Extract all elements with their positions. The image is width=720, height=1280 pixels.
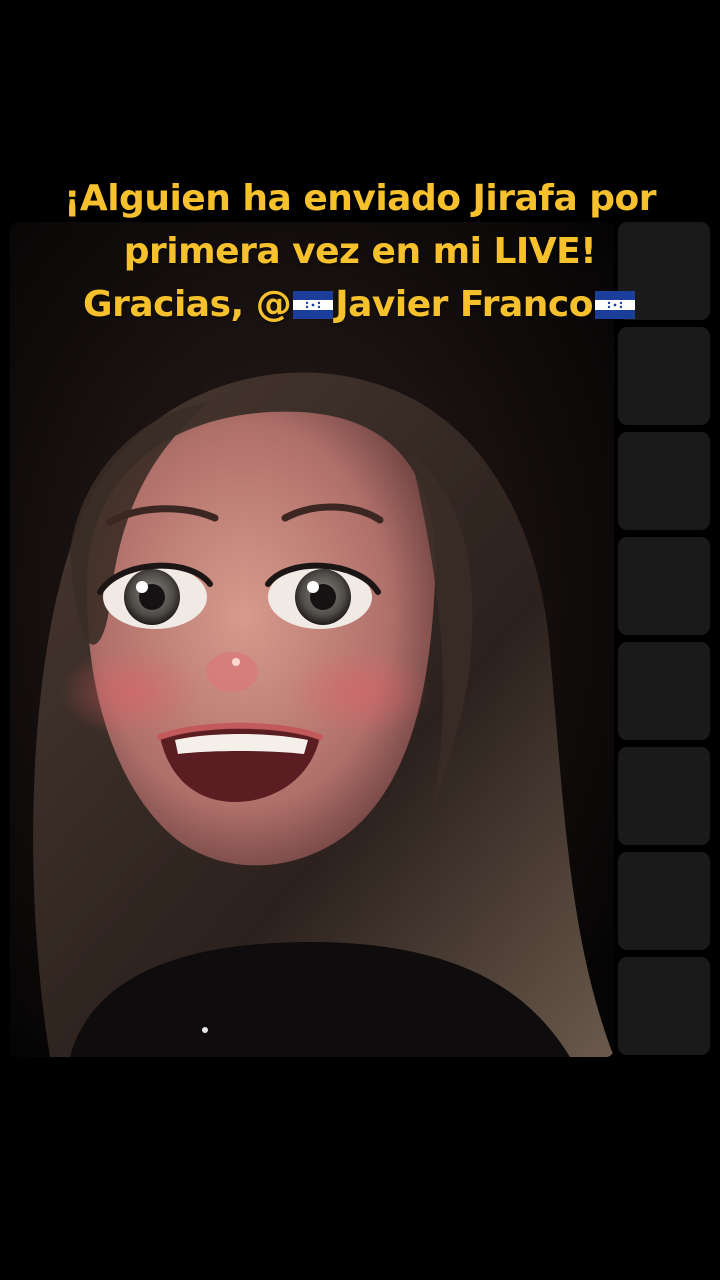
gift-thumbnail[interactable] (618, 852, 710, 950)
gifter-username[interactable]: Javier Franco (335, 284, 593, 325)
caption-line-2: primera vez en mi LIVE! (123, 231, 597, 272)
gift-thumbnail[interactable] (618, 327, 710, 425)
caption-line-3: Gracias, @ Javier Franco (20, 278, 700, 331)
caption-line-1: ¡Alguien ha enviado Jirafa por (63, 178, 657, 219)
gift-thumbnail[interactable] (618, 642, 710, 740)
gift-thumbnail[interactable] (618, 537, 710, 635)
gift-thumbnail[interactable] (618, 747, 710, 845)
gift-thumbnail[interactable] (618, 957, 710, 1055)
gift-thumbnail-strip (618, 222, 710, 1057)
avatar-video-illustration (10, 222, 614, 1057)
live-gift-screen: ¡Alguien ha enviado Jirafa por primera v… (0, 0, 720, 1280)
honduras-flag-icon (293, 291, 334, 319)
honduras-flag-icon (594, 291, 635, 319)
gift-announcement-caption: ¡Alguien ha enviado Jirafa por primera v… (20, 172, 700, 331)
gift-thumbnail[interactable] (618, 432, 710, 530)
live-video-frame[interactable] (10, 222, 614, 1057)
caption-thanks-prefix: Gracias, @ (83, 284, 292, 325)
